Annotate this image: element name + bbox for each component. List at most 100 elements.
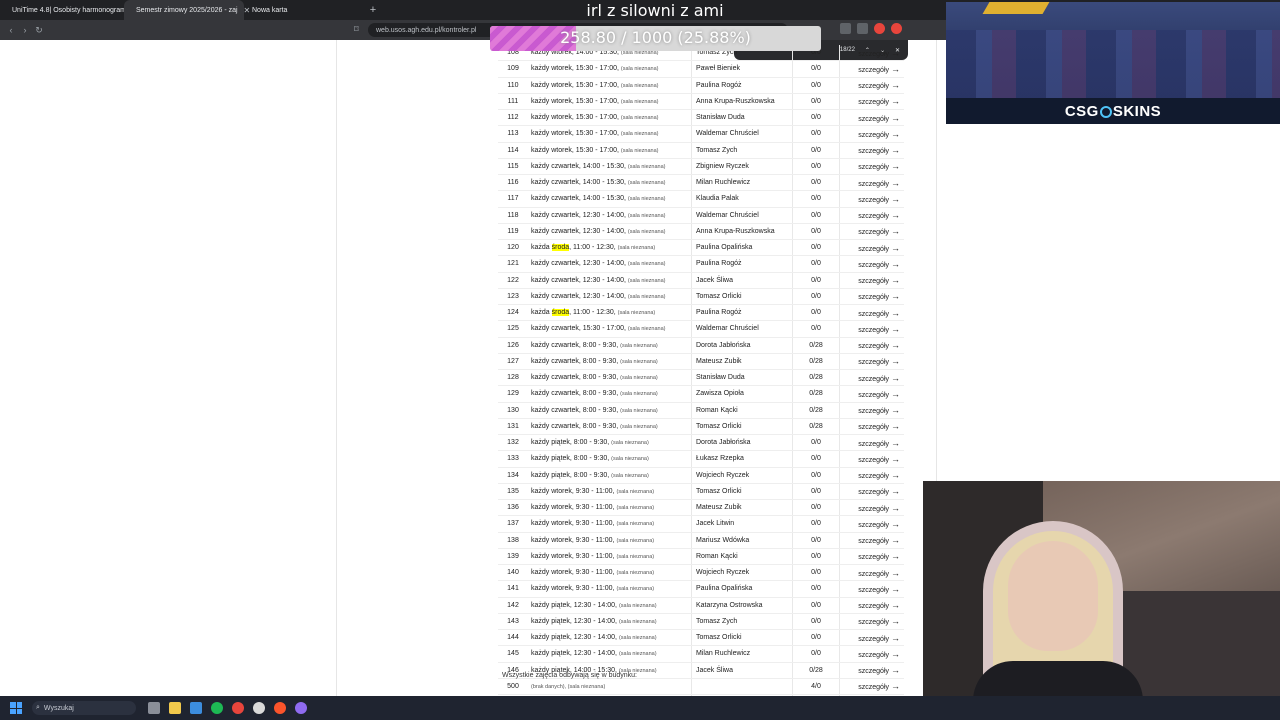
details-link[interactable]: szczegóły→	[839, 385, 904, 403]
details-link[interactable]: szczegóły→	[839, 142, 904, 159]
group-number-value: 123	[507, 292, 519, 300]
tab-usos-semester[interactable]: Semestr zimowy 2025/2026 - zaj ✕	[124, 0, 250, 20]
group-lecturer: Jacek Śliwa	[691, 662, 793, 679]
details-link[interactable]: szczegóły→	[839, 207, 904, 224]
details-link[interactable]: szczegóły→	[839, 580, 904, 598]
group-number-value: 140	[507, 569, 519, 577]
group-enrollment: 0/0	[792, 515, 840, 533]
group-enrollment: 0/28	[792, 385, 840, 403]
group-schedule: każdy piątek, 8:00 - 9:30, (sala nieznan…	[528, 467, 692, 484]
details-link[interactable]: szczegóły→	[839, 597, 904, 614]
brave-shield-icon[interactable]	[874, 23, 885, 34]
details-link[interactable]: szczegóły→	[839, 272, 904, 289]
room-note: (sala nieznana)	[616, 537, 655, 544]
group-number-value: 126	[507, 341, 519, 349]
task-view-icon[interactable]	[148, 702, 160, 714]
details-link[interactable]: szczegóły→	[839, 93, 904, 111]
group-number-value: 136	[507, 504, 519, 512]
details-link[interactable]: szczegóły→	[839, 434, 904, 452]
opera-icon[interactable]	[232, 702, 244, 714]
details-link[interactable]: szczegóły→	[839, 60, 904, 78]
details-link[interactable]: szczegóły→	[839, 304, 904, 322]
group-number-value: 112	[507, 114, 519, 122]
details-link[interactable]: szczegóły→	[839, 450, 904, 468]
details-link[interactable]: szczegóły→	[839, 678, 904, 696]
room-note: (sala nieznana)	[620, 358, 658, 365]
table-row: 121 każdy czwartek, 12:30 - 14:00, (sala …	[498, 255, 904, 273]
enrollment-count: 0/0	[811, 471, 821, 479]
details-link[interactable]: szczegóły→	[839, 369, 904, 387]
details-link[interactable]: szczegóły→	[839, 467, 904, 484]
details-link[interactable]: szczegóły→	[839, 109, 904, 127]
details-link[interactable]: szczegóły→	[839, 645, 904, 663]
group-number-value: 118	[507, 211, 519, 219]
share-icon[interactable]	[857, 23, 868, 34]
spotify-icon[interactable]	[211, 702, 223, 714]
store-icon[interactable]	[190, 702, 202, 714]
details-link[interactable]: szczegóły→	[839, 125, 904, 143]
arrow-right-icon: →	[891, 470, 900, 481]
tab-new-tab[interactable]: Nowa karta	[244, 0, 364, 20]
details-link[interactable]: szczegóły→	[839, 515, 904, 533]
details-link[interactable]: szczegóły→	[839, 45, 904, 62]
details-link[interactable]: szczegóły→	[839, 613, 904, 631]
enrollment-count: 0/0	[811, 114, 821, 122]
details-link[interactable]: szczegóły→	[839, 223, 904, 241]
group-number-value: 109	[507, 65, 519, 73]
details-label: szczegóły	[858, 668, 889, 676]
group-lecturer: Paulina Rogóż	[691, 77, 793, 94]
details-label: szczegóły	[858, 505, 889, 513]
details-link[interactable]: szczegóły→	[839, 288, 904, 306]
details-link[interactable]: szczegóły→	[839, 532, 904, 549]
room-note: (sala nieznana)	[618, 618, 657, 625]
schedule-text: każdy czwartek, 8:00 - 9:30,	[531, 422, 621, 430]
table-row: 109 każdy wtorek, 15:30 - 17:00, (sala ni…	[498, 60, 904, 78]
details-link[interactable]: szczegóły→	[839, 418, 904, 436]
schedule-text: każdy wtorek, 15:30 - 17:00,	[531, 97, 621, 105]
back-arrow-icon[interactable]: ‹	[4, 25, 18, 35]
details-link[interactable]: szczegóły→	[839, 320, 904, 338]
schedule-text: każda	[531, 309, 552, 317]
details-link[interactable]: szczegóły→	[839, 239, 904, 257]
new-tab-plus-icon[interactable]: +	[364, 0, 382, 20]
file-explorer-icon[interactable]	[169, 702, 181, 714]
group-schedule: każdy czwartek, 14:00 - 15:30, (sala nie…	[528, 158, 692, 176]
details-link[interactable]: szczegóły→	[839, 499, 904, 517]
table-row: 113 każdy wtorek, 15:30 - 17:00, (sala ni…	[498, 125, 904, 143]
details-label: szczegóły	[858, 131, 889, 139]
details-link[interactable]: szczegóły→	[839, 158, 904, 176]
lecturer-name: Paulina Opalińska	[696, 244, 753, 252]
discord-icon[interactable]	[295, 702, 307, 714]
details-label: szczegóły	[858, 635, 889, 643]
brand-logo-ring-icon	[1099, 106, 1112, 118]
lecturer-name: Anna Krupa-Ruszkowska	[696, 227, 775, 235]
lecturer-name: Mateusz Zubik	[696, 504, 742, 512]
details-link[interactable]: szczegóły→	[839, 353, 904, 371]
enrollment-count: 0/0	[811, 487, 821, 495]
details-link[interactable]: szczegóły→	[839, 77, 904, 94]
group-number-value: 131	[507, 422, 519, 430]
details-link[interactable]: szczegóły→	[839, 629, 904, 647]
bookmark-icon[interactable]: ⌑	[354, 24, 359, 35]
details-link[interactable]: szczegóły→	[839, 548, 904, 566]
forward-arrow-icon[interactable]: ›	[18, 25, 32, 35]
details-link[interactable]: szczegóły→	[839, 662, 904, 679]
notification-icon[interactable]	[891, 23, 902, 34]
brave-icon[interactable]	[274, 702, 286, 714]
group-enrollment: 0/0	[792, 629, 840, 647]
tab-unitime[interactable]: UniTime 4.8| Osobisty harmonogram	[0, 0, 126, 20]
details-link[interactable]: szczegóły→	[839, 337, 904, 354]
group-number: 133	[498, 450, 528, 468]
details-link[interactable]: szczegóły→	[839, 564, 904, 582]
steam-icon[interactable]	[253, 702, 265, 714]
details-link[interactable]: szczegóły→	[839, 483, 904, 501]
windows-start-icon[interactable]	[10, 702, 22, 714]
details-link[interactable]: szczegóły→	[839, 174, 904, 192]
taskbar-search[interactable]: ⌕ Wyszukaj	[32, 701, 136, 715]
details-link[interactable]: szczegóły→	[839, 190, 904, 208]
details-link[interactable]: szczegóły→	[839, 255, 904, 273]
room-note: (sala nieznana)	[620, 131, 659, 138]
reload-icon[interactable]: ↻	[32, 25, 46, 36]
reader-mode-icon[interactable]	[840, 23, 851, 34]
details-link[interactable]: szczegóły→	[839, 402, 904, 419]
